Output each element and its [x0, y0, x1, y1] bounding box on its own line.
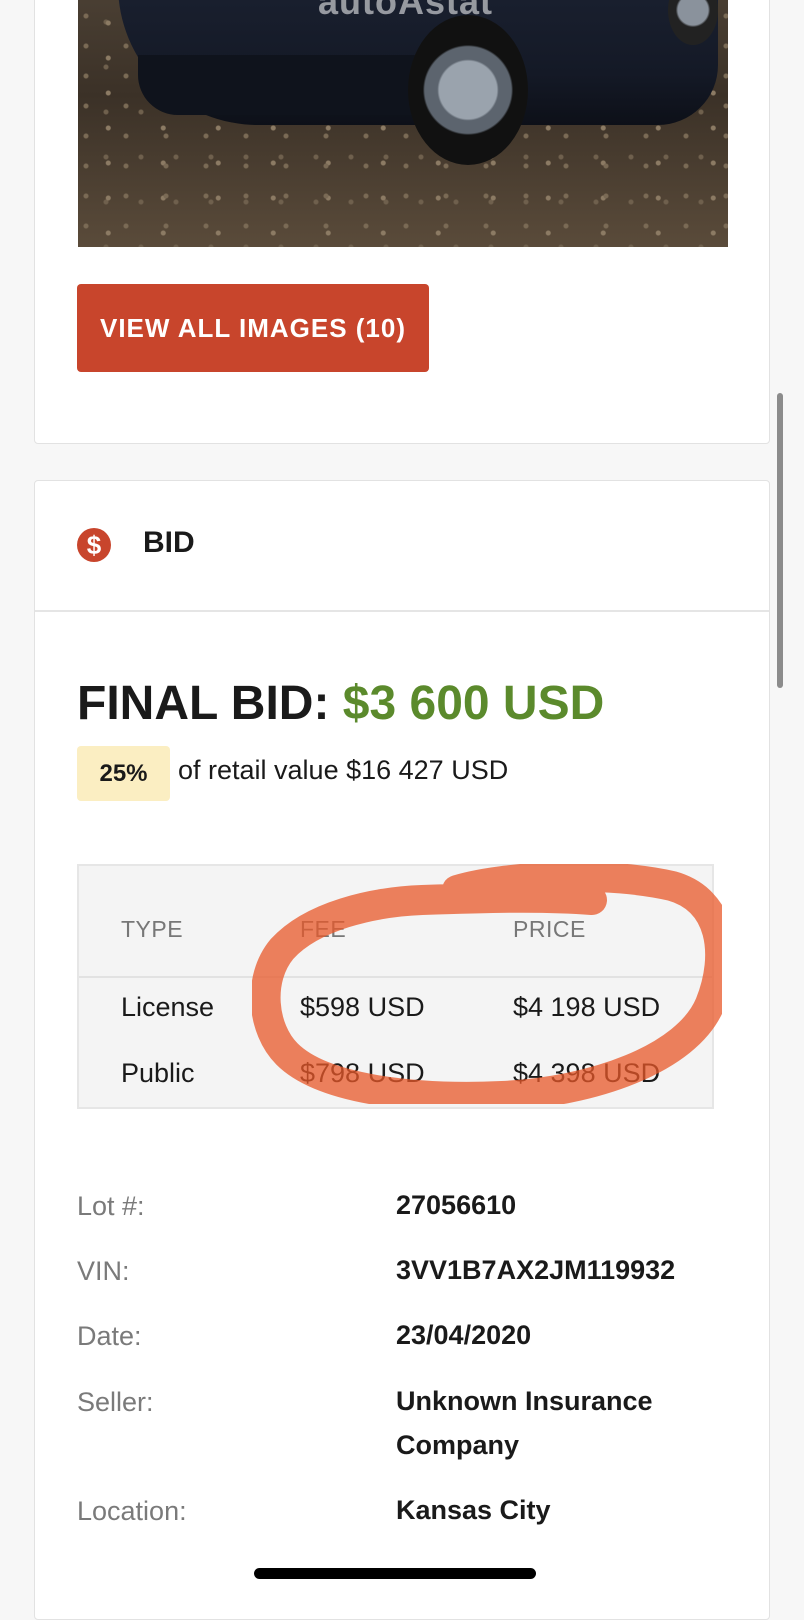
table-cell-price: $4 198 USD — [513, 992, 661, 1022]
detail-value-location: Kansas City — [396, 1495, 551, 1525]
scrollbar-thumb[interactable] — [777, 393, 783, 688]
final-bid-label: FINAL BID: — [77, 677, 330, 730]
detail-value-seller: Unknown Insurance Company — [396, 1386, 653, 1460]
bid-title: BID — [143, 526, 195, 559]
vehicle-wheel-shape — [408, 15, 528, 165]
detail-label-date: Date: — [77, 1321, 142, 1351]
final-bid-heading: FINAL BID: $3 600 USD — [77, 676, 604, 731]
detail-value-vin: 3VV1B7AX2JM119932 — [396, 1255, 676, 1285]
fee-table: TYPE FEE PRICE License $598 USD $4 198 U… — [77, 864, 714, 1109]
final-bid-amount: $3 600 USD — [342, 677, 605, 730]
watermark-logo: autoAstat — [318, 0, 494, 22]
table-cell-price: $4 398 USD — [513, 1058, 661, 1088]
table-cell-type: Public — [121, 1058, 195, 1088]
table-cell-fee: $798 USD — [300, 1058, 425, 1088]
fee-table-header: TYPE FEE PRICE — [79, 866, 712, 978]
table-cell-type: License — [121, 992, 215, 1022]
detail-label-vin: VIN: — [77, 1256, 130, 1286]
home-indicator[interactable] — [254, 1568, 536, 1579]
detail-label-seller: Seller: — [77, 1387, 154, 1417]
view-all-images-button[interactable]: VIEW ALL IMAGES (10) — [77, 284, 429, 372]
column-header-type: TYPE — [121, 916, 184, 942]
dollar-circle-icon: $ — [77, 528, 111, 562]
column-header-price: PRICE — [513, 916, 586, 942]
detail-value-date: 23/04/2020 — [396, 1320, 532, 1350]
bid-card-header: $ BID — [35, 481, 769, 612]
detail-value-lot: 27056610 — [396, 1190, 517, 1220]
vehicle-photo[interactable]: autoAstat — [78, 0, 728, 247]
retail-percent-badge: 25% — [77, 746, 170, 801]
image-gallery-card: autoAstat VIEW ALL IMAGES (10) — [34, 0, 770, 444]
column-header-fee: FEE — [300, 916, 347, 942]
table-cell-fee: $598 USD — [300, 992, 425, 1022]
retail-value-text: of retail value $16 427 USD — [178, 755, 509, 785]
detail-label-lot: Lot #: — [77, 1191, 145, 1221]
detail-label-location: Location: — [77, 1496, 187, 1526]
bid-card: $ BID FINAL BID: $3 600 USD 25% of retai… — [34, 480, 770, 1620]
